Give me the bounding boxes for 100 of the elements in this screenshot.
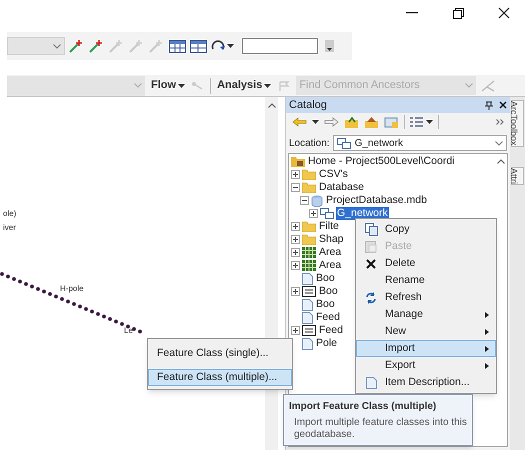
menu-item[interactable]: Rename	[356, 272, 496, 289]
close-button[interactable]	[497, 6, 511, 20]
database-icon	[311, 194, 323, 206]
back-button[interactable]	[292, 117, 307, 127]
submenu-arrow-icon	[485, 312, 489, 318]
toolbar-menu[interactable]: Flow	[150, 77, 186, 94]
menu-item[interactable]: New	[356, 323, 496, 340]
connect-folder-icon	[384, 116, 399, 128]
side-tab[interactable]: Attri	[511, 166, 524, 185]
chevron-icon	[495, 140, 503, 146]
side-tab[interactable]: ArcToolbox	[511, 100, 524, 147]
close-icon	[366, 258, 376, 268]
edit-tool[interactable]	[69, 39, 85, 53]
up-folder-button[interactable]	[344, 116, 359, 128]
tree-item[interactable]: Boo	[315, 298, 336, 311]
folder-up-icon	[344, 116, 359, 128]
expand-icon[interactable]	[291, 326, 300, 335]
dataset-icon	[320, 208, 334, 219]
view-button[interactable]	[410, 116, 433, 128]
tree-item[interactable]: Pole	[315, 337, 338, 350]
menu-item[interactable]: Manage	[356, 306, 496, 323]
menu-item[interactable]: Export	[356, 357, 496, 374]
edit-line-icon	[129, 39, 145, 53]
map-label: H-pole	[60, 283, 84, 295]
tree-item[interactable]: Shap	[318, 233, 345, 246]
folder-icon	[302, 169, 316, 180]
tree-item[interactable]: Feed	[318, 324, 344, 337]
grid-icon	[302, 260, 316, 271]
toolbar-menu[interactable]: Analysis	[216, 77, 272, 94]
pin-button[interactable]	[485, 100, 493, 110]
minimize-icon	[406, 12, 418, 14]
expand-icon[interactable]	[291, 287, 300, 296]
rotate-tool[interactable]	[211, 40, 234, 52]
tree-item[interactable]: Boo	[318, 285, 339, 298]
folder-icon	[302, 234, 316, 245]
chevron-icon	[134, 83, 142, 88]
location-label: Location:	[289, 136, 330, 150]
submenu-arrow-icon	[485, 346, 489, 352]
submenu-arrow-icon	[485, 362, 489, 368]
flag-icon	[277, 80, 292, 90]
tree-item[interactable]: G_network	[336, 207, 389, 220]
expand-icon[interactable]	[291, 261, 300, 270]
restore-icon	[452, 8, 464, 18]
expand-icon[interactable]	[291, 235, 300, 244]
folder-icon	[302, 182, 316, 193]
tree-item[interactable]: Area	[318, 259, 342, 272]
branch-line-icon	[481, 80, 496, 92]
grid-icon	[302, 247, 316, 258]
chevron-up-icon	[268, 103, 276, 108]
table-tool[interactable]	[169, 40, 186, 52]
home-button[interactable]	[364, 116, 379, 128]
menu-item[interactable]: Refresh	[356, 289, 496, 306]
document-icon	[302, 298, 313, 310]
caret-icon	[264, 84, 272, 88]
caret-icon	[178, 84, 186, 88]
toolbar-options[interactable]	[325, 40, 334, 52]
document-icon	[302, 312, 313, 324]
caret-icon	[327, 48, 332, 51]
menu-item[interactable]: Item Description...	[356, 374, 496, 391]
tree-item[interactable]: Home - Project500Level\Coordi	[307, 155, 456, 168]
table-tool[interactable]	[190, 40, 207, 52]
caret-icon	[312, 120, 319, 124]
expand-icon[interactable]	[309, 209, 318, 218]
expand-icon[interactable]	[291, 222, 300, 231]
text-input-field[interactable]	[242, 38, 318, 54]
table-icon	[302, 325, 316, 336]
map-label: ole)	[3, 208, 16, 220]
document-icon	[302, 272, 313, 284]
menu-item[interactable]: Copy	[356, 221, 496, 238]
location-field[interactable]: G_network	[332, 135, 507, 151]
tree-item[interactable]: CSV's	[318, 168, 349, 181]
rotate-arrow-icon	[211, 40, 225, 52]
more-button[interactable]	[496, 119, 504, 125]
tree-item[interactable]: Database	[318, 181, 365, 194]
edit-tool[interactable]	[89, 39, 105, 53]
map-label: iver	[3, 222, 16, 234]
tooltip-text: Import multiple feature classes into this geodatabase.	[293, 417, 467, 441]
tree-item[interactable]: Area	[318, 246, 342, 259]
table-icon	[190, 40, 207, 52]
forward-button[interactable]	[324, 117, 339, 127]
menu-item[interactable]: Import	[356, 340, 496, 357]
expand-icon[interactable]	[291, 170, 300, 179]
tree-item[interactable]: Boo	[315, 272, 336, 285]
tree-item[interactable]: Filte	[318, 220, 340, 233]
connect-button[interactable]	[384, 116, 399, 128]
collapse-icon[interactable]	[300, 196, 309, 205]
document-icon	[302, 338, 313, 350]
tree-item[interactable]: ProjectDatabase.mdb	[325, 194, 428, 207]
close-button[interactable]	[499, 101, 507, 109]
restore-button[interactable]	[451, 6, 465, 20]
caret-icon	[227, 44, 234, 48]
chevron-double-right-icon	[496, 119, 504, 125]
grid-view-icon	[410, 116, 423, 128]
menu-item[interactable]: Delete	[356, 255, 496, 272]
menu-item[interactable]: Feature Class (multiple)...	[148, 369, 292, 386]
collapse-icon[interactable]	[291, 183, 300, 192]
chevron-up-icon	[497, 159, 505, 164]
close-icon	[498, 7, 510, 19]
expand-icon[interactable]	[291, 248, 300, 257]
tree-item[interactable]: Feed	[315, 311, 341, 324]
